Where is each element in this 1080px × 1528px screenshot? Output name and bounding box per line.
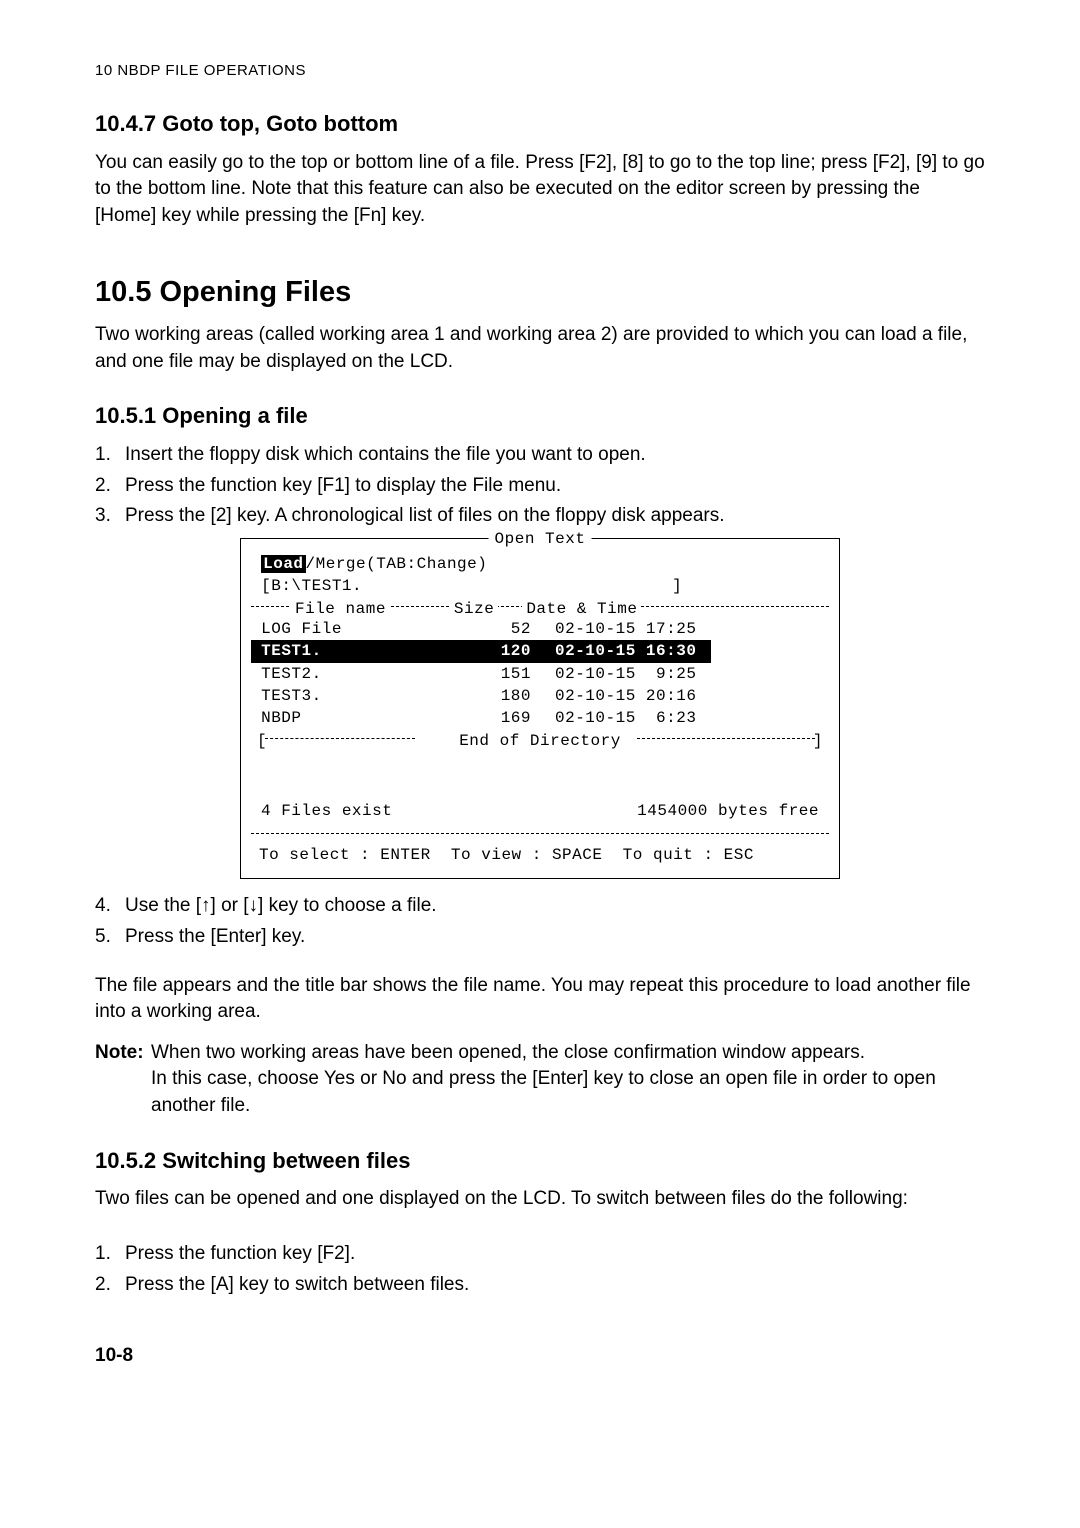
col-file-name: File name <box>291 598 390 618</box>
terminal-file-rows: LOG File5202-10-15 17:25 TEST1.12002-10-… <box>251 618 829 730</box>
step-1052-2: 2.Press the [A] key to switch between fi… <box>95 1272 985 1299</box>
terminal-file-row: TEST2.15102-10-15 9:25 <box>251 663 829 685</box>
section-1051-title: 10.5.1 Opening a file <box>95 401 985 432</box>
terminal-path-line: [B:\TEST1.] <box>251 575 829 597</box>
terminal-mode-line: Load/Merge(TAB:Change) <box>251 553 829 575</box>
step-5: 5.Press the [Enter] key. <box>95 924 985 951</box>
terminal-title: Open Text <box>489 528 592 550</box>
page-header: 10 NBDP FILE OPERATIONS <box>95 60 985 81</box>
terminal-open-text: Open Text Load/Merge(TAB:Change) [B:\TES… <box>240 538 840 880</box>
terminal-file-row: TEST3.18002-10-15 20:16 <box>251 685 829 707</box>
terminal-load-label: Load <box>261 555 305 573</box>
note-label: Note: <box>95 1040 144 1067</box>
step-3: 3.Press the [2] key. A chronological lis… <box>95 503 985 530</box>
section-1051-steps-cont: 4.Use the [↑] or [↓] key to choose a fil… <box>95 893 985 950</box>
section-1052-para: Two files can be opened and one displaye… <box>95 1186 985 1213</box>
step-1: 1.Insert the floppy disk which contains … <box>95 442 985 469</box>
col-date-time: Date & Time <box>522 598 641 618</box>
terminal-merge-label: /Merge(TAB:Change) <box>306 555 488 573</box>
terminal-file-row: TEST1.12002-10-15 16:30 <box>251 640 829 662</box>
step-4-text: Use the [↑] or [↓] key to choose a file. <box>125 895 437 916</box>
terminal-file-row: LOG File5202-10-15 17:25 <box>251 618 829 640</box>
step-2-text: Press the function key [F1] to display t… <box>125 475 561 496</box>
step-1052-1-text: Press the function key [F2]. <box>125 1243 355 1264</box>
section-1047-para: You can easily go to the top or bottom l… <box>95 150 985 230</box>
section-1047-title: 10.4.7 Goto top, Goto bottom <box>95 109 985 140</box>
section-1051-note: Note: When two working areas have been o… <box>95 1040 985 1120</box>
step-1-text: Insert the floppy disk which contains th… <box>125 444 646 465</box>
terminal-status-line: 4 Files exist 1454000 bytes free <box>251 800 829 822</box>
terminal-bytes-free: 1454000 bytes free <box>637 800 819 822</box>
section-105-title: 10.5 Opening Files <box>95 272 985 313</box>
section-105-para: Two working areas (called working area 1… <box>95 322 985 375</box>
section-1051-after-para: The file appears and the title bar shows… <box>95 973 985 1026</box>
terminal-footer-help: To select : ENTER To view : SPACE To qui… <box>251 844 829 866</box>
terminal-footer-divider <box>251 826 829 842</box>
step-3-text: Press the [2] key. A chronological list … <box>125 505 725 526</box>
terminal-header-row: File name Size Date & Time <box>251 598 829 618</box>
step-1052-2-text: Press the [A] key to switch between file… <box>125 1274 469 1295</box>
terminal-files-exist: 4 Files exist <box>261 800 392 822</box>
col-size: Size <box>450 598 498 618</box>
section-1052-steps: 1.Press the function key [F2]. 2.Press t… <box>95 1241 985 1298</box>
terminal-file-row: NBDP16902-10-15 6:23 <box>251 707 829 729</box>
step-5-text: Press the [Enter] key. <box>125 926 305 947</box>
terminal-end-of-directory: [ End of Directory ] <box>251 730 829 750</box>
step-4: 4.Use the [↑] or [↓] key to choose a fil… <box>95 893 985 920</box>
step-2: 2.Press the function key [F1] to display… <box>95 473 985 500</box>
section-1052-title: 10.5.2 Switching between files <box>95 1146 985 1177</box>
note-text-line1: When two working areas have been opened,… <box>151 1042 865 1063</box>
section-1051-steps: 1.Insert the floppy disk which contains … <box>95 442 985 530</box>
note-text-line2: In this case, choose Yes or No and press… <box>151 1068 936 1116</box>
page-number: 10-8 <box>95 1343 985 1370</box>
step-1052-1: 1.Press the function key [F2]. <box>95 1241 985 1268</box>
